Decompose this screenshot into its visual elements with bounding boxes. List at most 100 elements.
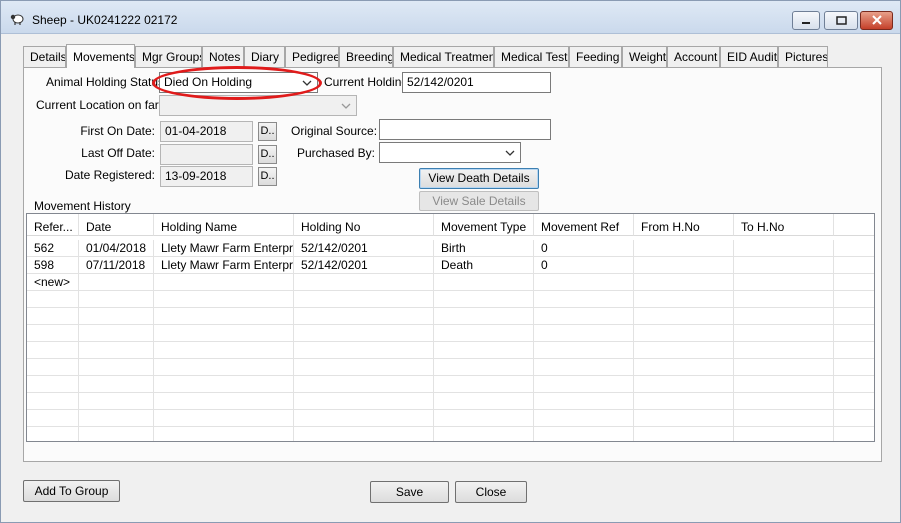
current-location-select[interactable]	[159, 95, 357, 116]
cell-movement-ref: 0	[534, 257, 634, 274]
empty-cell	[534, 359, 634, 376]
purchased-by-select[interactable]	[379, 142, 521, 163]
cell-holding-no	[294, 274, 434, 291]
tab-eid-audit[interactable]: EID Audit	[720, 46, 778, 67]
empty-cell	[734, 342, 834, 359]
tab-mgr-groups[interactable]: Mgr Groups	[135, 46, 202, 67]
date-registered-picker-button[interactable]: D..	[258, 167, 277, 186]
empty-cell	[634, 325, 734, 342]
empty-cell	[294, 342, 434, 359]
tab-medical-treatment[interactable]: Medical Treatment	[393, 46, 494, 67]
table-row[interactable]: 598 07/11/2018 Llety Mawr Farm Enterpri …	[27, 257, 874, 274]
holding-status-select[interactable]: Died On Holding	[159, 72, 318, 93]
column-header-movement-type[interactable]: Movement Type	[434, 214, 534, 236]
cell-to-hno	[734, 274, 834, 291]
empty-cell	[79, 393, 154, 410]
empty-cell	[154, 359, 294, 376]
column-header-holding-no[interactable]: Holding No	[294, 214, 434, 236]
first-on-date-field[interactable]: 01-04-2018	[160, 121, 253, 142]
empty-cell	[634, 410, 734, 427]
empty-cell	[434, 342, 534, 359]
first-on-date-picker-button[interactable]: D..	[258, 122, 277, 141]
cell-from-hno	[634, 257, 734, 274]
column-header-from-hno[interactable]: From H.No	[634, 214, 734, 236]
empty-cell	[434, 291, 534, 308]
current-holding-field[interactable]: 52/142/0201	[402, 72, 551, 93]
column-header-to-hno[interactable]: To H.No	[734, 214, 834, 236]
empty-row	[27, 427, 874, 441]
empty-cell	[154, 308, 294, 325]
tab-details[interactable]: Details	[23, 46, 66, 67]
empty-cell	[834, 308, 874, 325]
column-header-movement-ref[interactable]: Movement Ref	[534, 214, 634, 236]
empty-row	[27, 308, 874, 325]
empty-row	[27, 359, 874, 376]
tab-movements[interactable]: Movements	[66, 44, 135, 68]
empty-cell	[834, 410, 874, 427]
empty-cell	[734, 359, 834, 376]
original-source-label: Original Source:	[291, 124, 378, 138]
chevron-down-icon	[341, 100, 351, 110]
last-off-date-picker-button[interactable]: D..	[258, 145, 277, 164]
cell-movement-type	[434, 274, 534, 291]
maximize-icon	[835, 14, 847, 28]
chevron-down-icon	[505, 147, 515, 157]
empty-cell	[634, 308, 734, 325]
maximize-button[interactable]	[824, 11, 858, 30]
empty-cell	[27, 427, 79, 441]
column-header-date[interactable]: Date	[79, 214, 154, 236]
sheep-icon	[9, 11, 25, 27]
cell-holding-no: 52/142/0201	[294, 240, 434, 257]
empty-cell	[434, 308, 534, 325]
purchased-by-label: Purchased By:	[296, 146, 375, 160]
empty-cell	[634, 342, 734, 359]
current-location-label: Current Location on farm:	[36, 98, 173, 112]
view-sale-details-button[interactable]: View Sale Details	[419, 191, 539, 211]
window-title: Sheep - UK0241222 02172	[32, 13, 178, 27]
tab-breeding[interactable]: Breeding	[339, 46, 393, 67]
empty-cell	[734, 427, 834, 441]
table-row[interactable]: 562 01/04/2018 Llety Mawr Farm Enterpri …	[27, 240, 874, 257]
empty-cell	[834, 376, 874, 393]
tab-feeding[interactable]: Feeding	[569, 46, 622, 67]
close-window-button[interactable]	[860, 11, 893, 30]
column-header-reference[interactable]: Refer...	[27, 214, 79, 236]
tab-notes[interactable]: Notes	[202, 46, 244, 67]
tab-pictures[interactable]: Pictures	[778, 46, 828, 67]
tab-medical-tests[interactable]: Medical Tests	[494, 46, 569, 67]
cell-date: 01/04/2018	[79, 240, 154, 257]
cell-from-hno	[634, 274, 734, 291]
empty-cell	[434, 393, 534, 410]
close-button[interactable]: Close	[455, 481, 527, 503]
sheep-window: Sheep - UK0241222 02172 Details Movement…	[0, 0, 901, 523]
save-button[interactable]: Save	[370, 481, 449, 503]
tab-diary[interactable]: Diary	[244, 46, 285, 67]
tab-account[interactable]: Account	[667, 46, 720, 67]
cell-holding-name	[154, 274, 294, 291]
empty-cell	[154, 342, 294, 359]
movement-history-grid[interactable]: Refer... Date Holding Name Holding No Mo…	[26, 213, 875, 442]
column-header-holding-name[interactable]: Holding Name	[154, 214, 294, 236]
original-source-field[interactable]	[379, 119, 551, 140]
empty-row	[27, 393, 874, 410]
table-row-new[interactable]: <new>	[27, 274, 874, 291]
empty-row	[27, 325, 874, 342]
empty-cell	[27, 393, 79, 410]
empty-cell	[734, 376, 834, 393]
minimize-button[interactable]	[792, 11, 820, 30]
add-to-group-button[interactable]: Add To Group	[23, 480, 120, 502]
tab-weight[interactable]: Weight	[622, 46, 667, 67]
empty-cell	[79, 308, 154, 325]
holding-status-label: Animal Holding Status:	[46, 75, 168, 89]
last-off-date-field[interactable]	[160, 144, 253, 165]
empty-cell	[27, 342, 79, 359]
empty-cell	[79, 410, 154, 427]
tab-pedigree[interactable]: Pedigree	[285, 46, 339, 67]
date-registered-field[interactable]: 13-09-2018	[160, 166, 253, 187]
empty-cell	[534, 393, 634, 410]
empty-row	[27, 291, 874, 308]
empty-cell	[154, 376, 294, 393]
last-off-date-label: Last Off Date:	[81, 146, 155, 160]
view-death-details-button[interactable]: View Death Details	[419, 168, 539, 189]
cell-to-hno	[734, 257, 834, 274]
